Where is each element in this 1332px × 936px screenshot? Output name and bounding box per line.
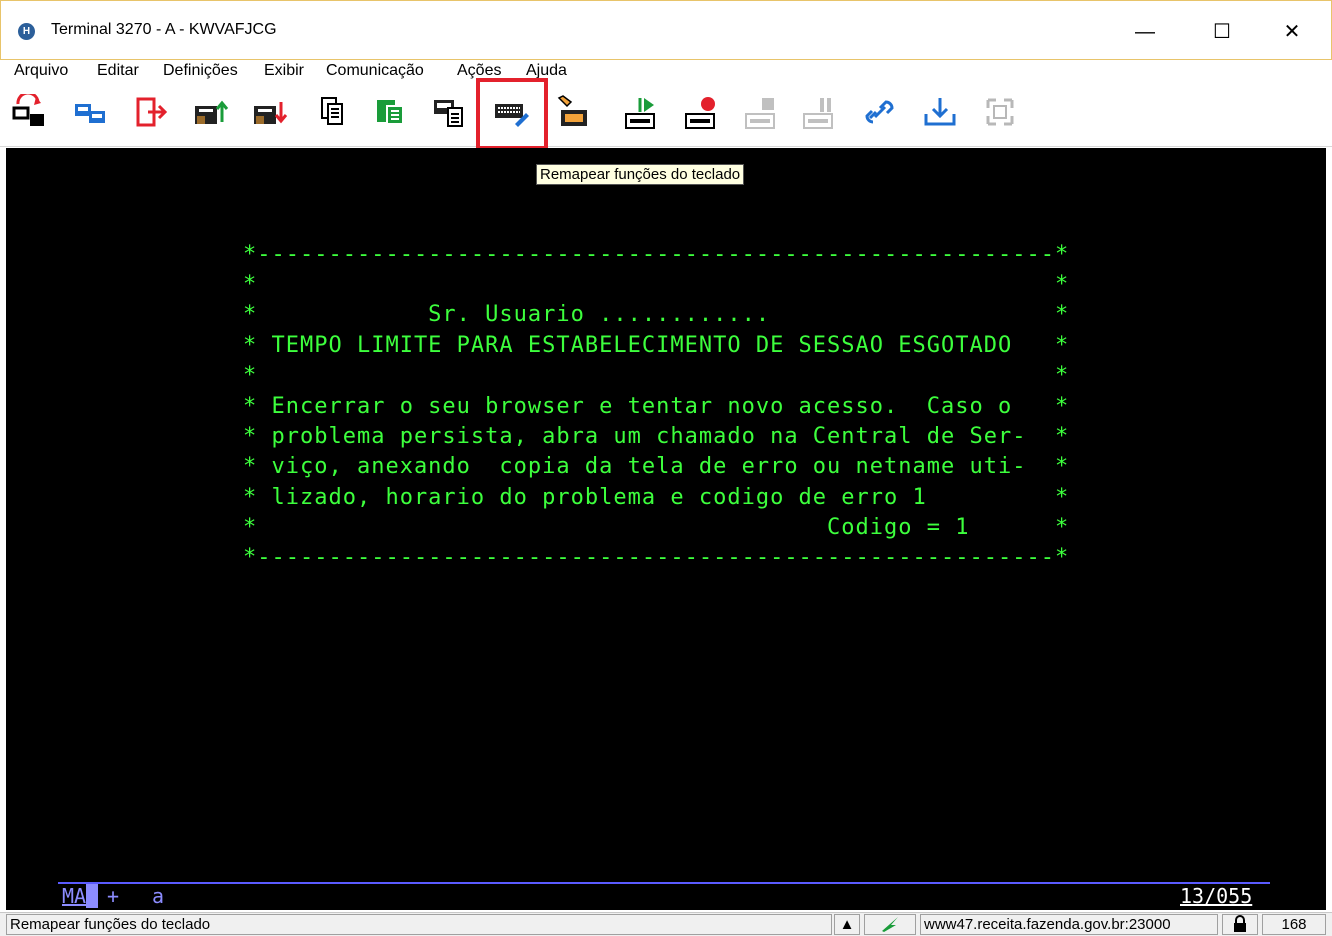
scroll-up-icon[interactable]: ▲	[834, 914, 860, 935]
terminal-line: * TEMPO LIMITE PARA ESTABELECIMENTO DE S…	[243, 333, 1070, 358]
status-message: Remapear funções do teclado	[6, 914, 832, 935]
disconnect-icon[interactable]	[982, 94, 1018, 130]
minimize-button[interactable]: —	[1122, 15, 1168, 49]
new-session-icon[interactable]	[12, 94, 48, 130]
terminal-line: *---------------------------------------…	[243, 242, 1070, 267]
color-remap-icon[interactable]	[555, 94, 591, 130]
terminal-line: * Sr. Usuario ............ *	[243, 302, 1070, 327]
status-bar: Remapear funções do teclado ▲ www47.rece…	[0, 912, 1332, 936]
copy-session-icon[interactable]	[72, 94, 108, 130]
maximize-button[interactable]: ☐	[1199, 15, 1245, 49]
status-count: 168	[1262, 914, 1326, 935]
menu-exibir[interactable]: Exibir	[264, 60, 304, 82]
app-icon: H	[18, 23, 35, 40]
terminal-line: *---------------------------------------…	[243, 545, 1070, 570]
macro-stop-icon[interactable]	[744, 94, 780, 130]
menu-arquivo[interactable]: Arquivo	[14, 60, 68, 82]
window-title: Terminal 3270 - A - KWVAFJCG	[51, 21, 277, 38]
paste-icon[interactable]	[373, 94, 409, 130]
oia-divider	[58, 882, 1270, 884]
menu-comunicacao[interactable]: Comunicação	[326, 60, 424, 82]
terminal-line: * problema persista, abra um chamado na …	[243, 424, 1070, 449]
macro-play-icon[interactable]	[624, 94, 660, 130]
terminal-line: * viço, anexando copia da tela de erro o…	[243, 454, 1070, 479]
oia-mode: a	[152, 884, 165, 908]
terminal-line: * lizado, horario do problema e codigo d…	[243, 485, 1070, 510]
terminal-line: * *	[243, 272, 1070, 297]
toolbar	[0, 82, 1332, 147]
lock-icon	[1222, 914, 1258, 935]
keyboard-remap-highlight	[476, 78, 548, 150]
menu-bar: Arquivo Editar Definições Exibir Comunic…	[0, 60, 1332, 82]
terminal-line: * Codigo = 1 *	[243, 515, 1070, 540]
menu-editar[interactable]: Editar	[97, 60, 139, 82]
host-address: www47.receita.fazenda.gov.br:23000	[920, 914, 1218, 935]
macro-pause-icon[interactable]	[802, 94, 838, 130]
cursor-position: 13/055	[1180, 884, 1253, 908]
connection-icon	[864, 914, 916, 935]
terminal-line: * *	[243, 363, 1070, 388]
title-bar: H Terminal 3270 - A - KWVAFJCG — ☐ ✕	[0, 0, 1332, 60]
copy-icon[interactable]	[314, 94, 350, 130]
link-icon[interactable]	[862, 94, 898, 130]
macro-record-icon[interactable]	[684, 94, 720, 130]
download-icon[interactable]	[922, 94, 958, 130]
tooltip: Remapear funções do teclado	[536, 164, 745, 185]
receive-file-icon[interactable]	[252, 94, 288, 130]
terminal-line: * Encerrar o seu browser e tentar novo a…	[243, 394, 1070, 419]
exit-icon[interactable]	[133, 94, 169, 130]
oia-status-left: MA	[62, 884, 99, 908]
send-file-icon[interactable]	[193, 94, 229, 130]
print-screen-icon[interactable]	[432, 94, 468, 130]
oia-indicator: +	[107, 884, 120, 908]
close-button[interactable]: ✕	[1269, 15, 1315, 49]
menu-definicoes[interactable]: Definições	[163, 60, 238, 82]
